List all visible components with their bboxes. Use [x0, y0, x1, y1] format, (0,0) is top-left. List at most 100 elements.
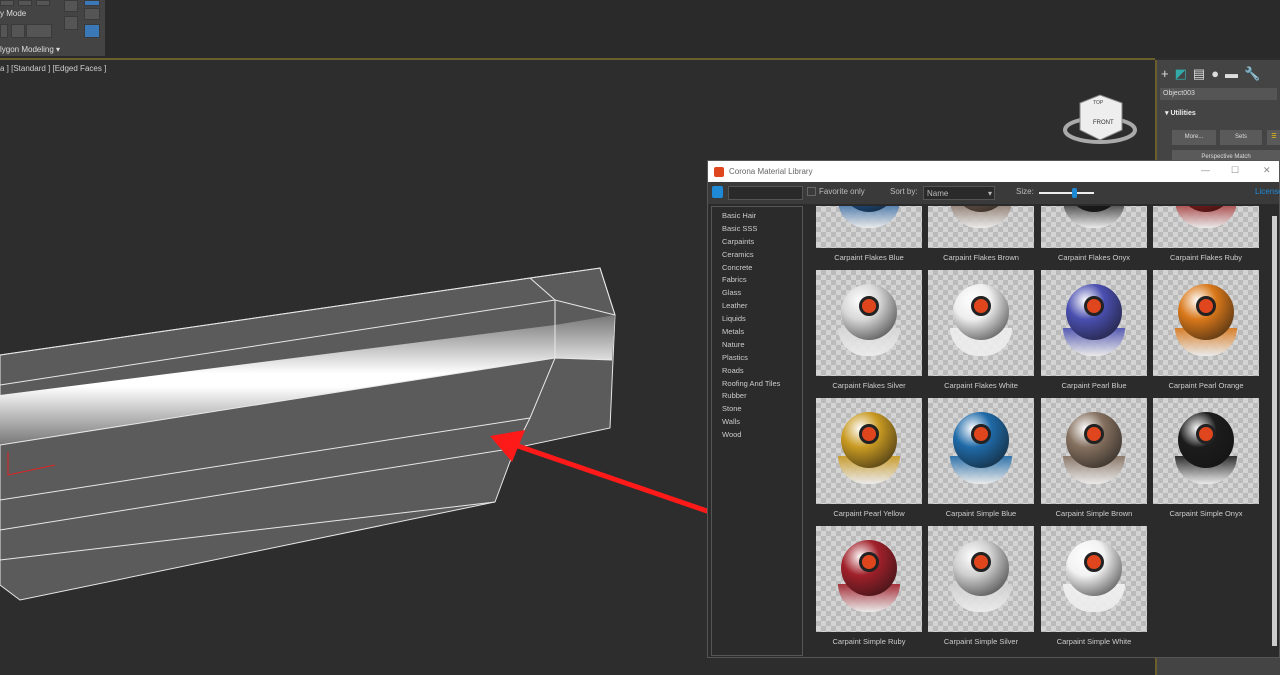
category-row[interactable]: Glass [722, 287, 802, 300]
sort-select[interactable]: Name ▾ [923, 186, 995, 200]
viewcube[interactable]: TOP FRONT [1063, 94, 1137, 144]
material-tile[interactable]: Carpaint Flakes Brown [928, 206, 1034, 262]
material-preview[interactable] [816, 526, 922, 632]
category-item[interactable]: Metals [722, 327, 744, 336]
category-row[interactable]: Plastics [722, 352, 802, 365]
material-tile[interactable]: Carpaint Simple White [1041, 526, 1147, 646]
category-row[interactable]: Ceramics [722, 249, 802, 262]
search-input[interactable] [728, 186, 803, 200]
viewport-label[interactable]: a ] [Standard ] [Edged Faces ] [0, 64, 106, 73]
material-preview[interactable] [928, 398, 1034, 504]
material-preview[interactable] [1041, 206, 1147, 248]
favorite-checkbox[interactable] [807, 187, 816, 196]
category-item[interactable]: Basic SSS [722, 224, 757, 233]
category-item[interactable]: Basic Hair [722, 211, 756, 220]
material-tile[interactable]: Carpaint Flakes Blue [816, 206, 922, 262]
category-row[interactable]: Metals [722, 326, 802, 339]
category-row[interactable]: Nature [722, 339, 802, 352]
more-button[interactable]: More... [1172, 130, 1216, 145]
material-tile[interactable]: Carpaint Pearl Blue [1041, 270, 1147, 390]
sets-button[interactable]: Sets [1220, 130, 1262, 145]
category-item[interactable]: Stone [722, 404, 742, 413]
material-tile[interactable]: Carpaint Flakes Silver [816, 270, 922, 390]
close-button[interactable]: ✕ [1263, 165, 1271, 176]
utilities-rollout[interactable]: Utilities [1170, 110, 1195, 117]
category-row[interactable]: Carpaints [722, 236, 802, 249]
material-tile[interactable]: Carpaint Simple Onyx [1153, 398, 1259, 518]
ribbon-button[interactable] [84, 24, 100, 38]
category-item[interactable]: Nature [722, 340, 745, 349]
material-tile[interactable]: Carpaint Flakes Ruby [1153, 206, 1259, 262]
size-slider-thumb[interactable] [1072, 188, 1077, 198]
category-item[interactable]: Carpaints [722, 237, 754, 246]
material-preview[interactable] [928, 270, 1034, 376]
scrollbar-thumb[interactable] [1272, 216, 1277, 646]
material-tile[interactable]: Carpaint Simple Ruby [816, 526, 922, 646]
scrollbar[interactable] [1270, 206, 1279, 656]
material-preview[interactable] [928, 526, 1034, 632]
ribbon-button[interactable] [84, 0, 100, 6]
category-item[interactable]: Walls [722, 417, 740, 426]
material-tile[interactable]: Carpaint Simple Silver [928, 526, 1034, 646]
material-preview[interactable] [816, 270, 922, 376]
category-row[interactable]: Fabrics [722, 274, 802, 287]
category-item[interactable]: Liquids [722, 314, 746, 323]
category-row[interactable]: Liquids [722, 313, 802, 326]
material-preview[interactable] [1153, 270, 1259, 376]
category-item[interactable]: Fabrics [722, 275, 747, 284]
motion-icon[interactable]: ● [1211, 66, 1219, 82]
category-row[interactable]: Basic SSS [722, 223, 802, 236]
hierarchy-icon[interactable]: ▤ [1193, 66, 1205, 82]
polygon-modeling-tab[interactable]: lygon Modeling ▾ [0, 45, 60, 54]
search-icon[interactable] [712, 186, 723, 198]
category-item[interactable]: Ceramics [722, 250, 754, 259]
material-preview[interactable] [1153, 206, 1259, 248]
material-preview[interactable] [1041, 270, 1147, 376]
display-icon[interactable]: ▬ [1225, 66, 1238, 82]
material-tile[interactable]: Carpaint Pearl Orange [1153, 270, 1259, 390]
material-preview[interactable] [816, 398, 922, 504]
utilities-icon[interactable]: 🔧 [1244, 66, 1260, 82]
minimize-button[interactable]: — [1201, 165, 1210, 175]
material-preview[interactable] [816, 206, 922, 248]
maximize-button[interactable]: ☐ [1231, 165, 1239, 176]
category-item[interactable]: Roofing And Tiles [722, 379, 780, 388]
category-row[interactable]: Basic Hair [722, 210, 802, 223]
category-row[interactable]: Roads [722, 365, 802, 378]
category-row[interactable]: Concrete [722, 262, 802, 275]
category-row[interactable]: Wood [722, 429, 802, 442]
category-item[interactable]: Glass [722, 288, 741, 297]
material-tile[interactable]: Carpaint Flakes White [928, 270, 1034, 390]
material-preview[interactable] [1041, 398, 1147, 504]
category-item[interactable]: Concrete [722, 263, 752, 272]
ribbon-button[interactable] [11, 24, 25, 38]
material-preview[interactable] [928, 206, 1034, 248]
category-item[interactable]: Leather [722, 301, 747, 310]
ribbon-button[interactable] [64, 0, 78, 12]
ribbon-button[interactable] [64, 16, 78, 30]
material-preview[interactable] [1153, 398, 1259, 504]
category-row[interactable]: Walls [722, 416, 802, 429]
category-item[interactable]: Rubber [722, 391, 747, 400]
category-row[interactable]: Roofing And Tiles [722, 378, 802, 391]
category-item[interactable]: Wood [722, 430, 741, 439]
title-bar[interactable]: Corona Material Library — ☐ ✕ [708, 161, 1279, 182]
ribbon-button[interactable] [18, 0, 32, 6]
ribbon-button[interactable] [26, 24, 52, 38]
material-tile[interactable]: Carpaint Pearl Yellow [816, 398, 922, 518]
category-item[interactable]: Roads [722, 366, 744, 375]
object-name-field[interactable]: Object003 [1160, 88, 1277, 100]
material-tile[interactable]: Carpaint Simple Blue [928, 398, 1034, 518]
ribbon-button[interactable] [0, 24, 8, 38]
ribbon-button[interactable] [84, 8, 100, 20]
material-tile[interactable]: Carpaint Simple Brown [1041, 398, 1147, 518]
material-tile[interactable]: Carpaint Flakes Onyx [1041, 206, 1147, 262]
category-row[interactable]: Leather [722, 300, 802, 313]
size-slider[interactable] [1039, 188, 1094, 198]
license-link[interactable]: License [1255, 187, 1280, 196]
ribbon-button[interactable] [0, 0, 14, 6]
ribbon-button[interactable] [36, 0, 50, 6]
create-icon[interactable]: + [1161, 66, 1169, 82]
category-item[interactable]: Plastics [722, 353, 748, 362]
modify-icon[interactable]: ◩ [1175, 66, 1187, 82]
